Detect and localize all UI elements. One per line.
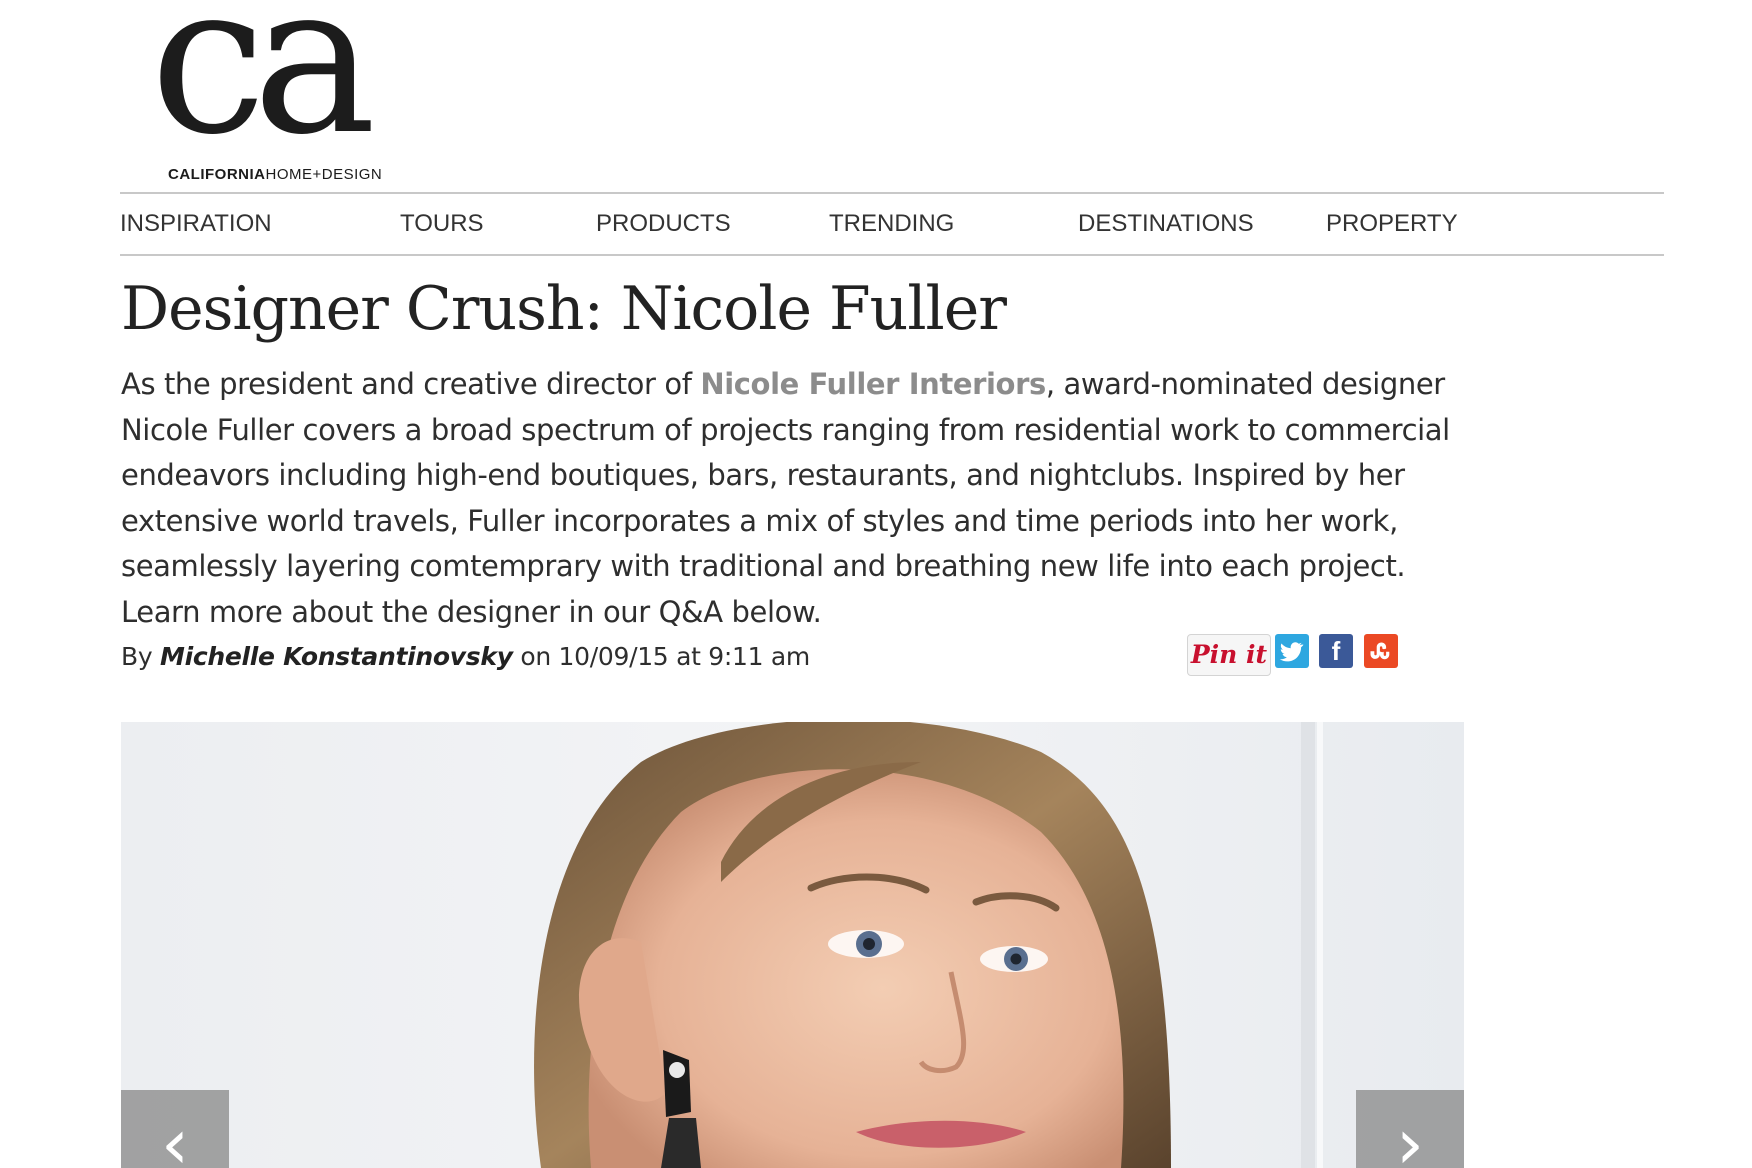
- slideshow-next-button[interactable]: ›: [1356, 1090, 1464, 1168]
- slideshow-photo: [121, 722, 1464, 1168]
- main-nav: INSPIRATION TOURS PRODUCTS TRENDING DEST…: [120, 194, 1664, 254]
- designer-portrait-image: [121, 722, 1464, 1168]
- nav-item-destinations[interactable]: DESTINATIONS: [1078, 210, 1254, 238]
- slideshow-prev-button[interactable]: ‹: [121, 1090, 229, 1168]
- site-logo[interactable]: ca CALIFORNIAHOME+DESIGN: [150, 0, 440, 188]
- logo-mark: ca: [150, 0, 376, 181]
- article-intro: As the president and creative director o…: [121, 367, 1450, 629]
- nav-item-inspiration[interactable]: INSPIRATION: [120, 210, 272, 238]
- designer-firm-link[interactable]: Nicole Fuller Interiors: [700, 367, 1046, 401]
- twitter-icon[interactable]: [1275, 634, 1309, 668]
- nav-item-trending[interactable]: TRENDING: [829, 210, 954, 238]
- pinterest-button[interactable]: Pin it: [1187, 634, 1271, 676]
- nav-item-products[interactable]: PRODUCTS: [596, 210, 731, 238]
- facebook-icon[interactable]: f: [1319, 634, 1353, 668]
- article-title: Designer Crush: Nicole Fuller: [121, 274, 1007, 344]
- stumbleupon-glyph: [1370, 642, 1390, 660]
- stumbleupon-icon[interactable]: [1364, 634, 1398, 668]
- nav-bottom-rule: [120, 254, 1664, 256]
- article-byline: By Michelle Konstantinovsky on 10/09/15 …: [121, 642, 810, 671]
- nav-item-property[interactable]: PROPERTY: [1326, 210, 1458, 238]
- nav-item-tours[interactable]: TOURS: [400, 210, 484, 238]
- author-link[interactable]: Michelle Konstantinovsky: [160, 642, 513, 671]
- logo-tagline: CALIFORNIAHOME+DESIGN: [168, 166, 383, 183]
- twitter-bird-glyph: [1279, 642, 1304, 662]
